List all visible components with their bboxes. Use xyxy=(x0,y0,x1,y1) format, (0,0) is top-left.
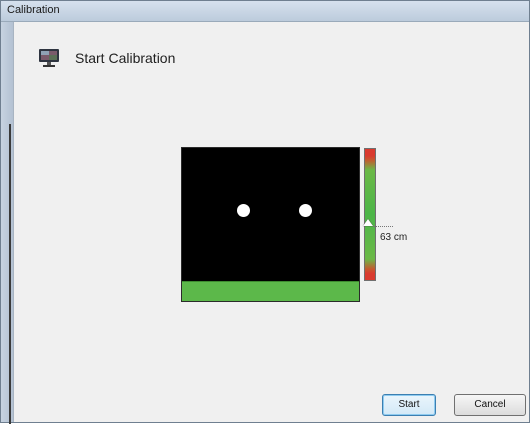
page-title: Start Calibration xyxy=(75,50,176,66)
monitor-icon xyxy=(38,47,60,69)
window-frame-left xyxy=(1,22,13,424)
start-button[interactable]: Start xyxy=(382,394,436,416)
cancel-button[interactable]: Cancel xyxy=(454,394,526,416)
distance-value: 63 cm xyxy=(380,232,408,243)
distance-pointer-line xyxy=(373,226,393,227)
title-bar[interactable]: Calibration xyxy=(1,1,529,22)
tracking-status-bar xyxy=(182,281,359,301)
window-title: Calibration xyxy=(7,4,60,16)
distance-marker-icon xyxy=(363,219,373,226)
distance-gauge xyxy=(364,148,376,281)
eye-tracking-preview xyxy=(181,147,360,302)
dialog-content: Start Calibration 63 cm Start Cancel xyxy=(13,22,529,422)
left-eye-indicator xyxy=(237,204,250,217)
right-eye-indicator xyxy=(299,204,312,217)
calibration-window: Calibration Start Calibration 63 cm Star… xyxy=(0,0,530,424)
